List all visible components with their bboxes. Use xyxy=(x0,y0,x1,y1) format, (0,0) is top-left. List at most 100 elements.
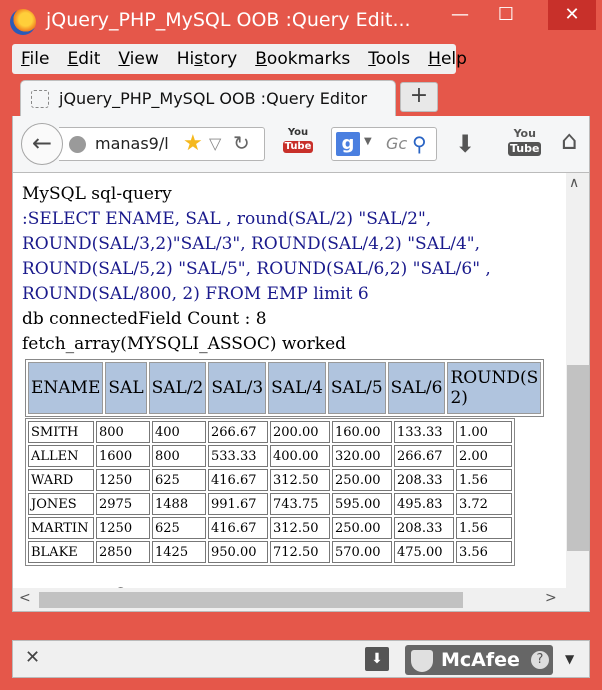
table-cell: MARTIN xyxy=(28,517,94,539)
table-cell: 133.33 xyxy=(394,421,454,443)
table-cell: 1600 xyxy=(96,445,150,467)
table-cell: 1250 xyxy=(96,469,150,491)
search-bar[interactable]: g ▼ Gc ⚲ xyxy=(331,127,437,161)
youtube-icon[interactable]: You Tube xyxy=(283,127,313,157)
query-line: ROUND(SAL/5,2) "SAL/5", ROUND(SAL/6,2) "… xyxy=(22,259,491,279)
table-cell: 533.33 xyxy=(208,445,268,467)
tab-strip: jQuery_PHP_MySQL OOB :Query Editor + xyxy=(12,74,590,116)
menu-bar: File Edit View History Bookmarks Tools Help xyxy=(12,44,467,74)
scroll-left-icon[interactable]: < xyxy=(19,590,31,606)
table-cell: 1.00 xyxy=(456,421,512,443)
table-cell: 800 xyxy=(152,445,206,467)
table-row: WARD 1250 625 416.67 312.50 250.00 208.33 1.56 xyxy=(28,469,512,491)
db-status: db connectedField Count : 8 xyxy=(22,309,267,329)
close-window-button[interactable]: ✕ xyxy=(548,0,596,30)
menu-item[interactable]: Edit xyxy=(58,49,109,69)
table-cell: 400.00 xyxy=(270,445,330,467)
menu-item[interactable]: File xyxy=(12,49,58,69)
data-table: SMITH 800 400 266.67 200.00 160.00 133.33 1.00 A… xyxy=(25,418,555,566)
table-row: SMITH 800 400 266.67 200.00 160.00 133.33 1.00 xyxy=(28,421,512,443)
new-tab-button[interactable]: + xyxy=(400,82,438,112)
horizontal-scroll-thumb[interactable] xyxy=(39,592,463,608)
download-icon[interactable]: ⬇ xyxy=(455,130,475,158)
table-cell: 1.56 xyxy=(456,469,512,491)
table-cell: 2975 xyxy=(96,493,150,515)
minimize-button[interactable]: — xyxy=(440,0,480,30)
tab-query-editor[interactable]: jQuery_PHP_MySQL OOB :Query Editor xyxy=(20,80,396,116)
youtube-icon[interactable]: You Tube xyxy=(508,128,542,156)
table-row: JONES 2975 1488 991.67 743.75 595.00 495.83 3.7… xyxy=(28,493,512,515)
chevron-down-icon[interactable]: ▼ xyxy=(364,136,372,147)
maximize-button[interactable]: ☐ xyxy=(486,0,526,30)
table-cell: 250.00 xyxy=(332,517,392,539)
menu-item[interactable]: History xyxy=(168,49,247,69)
table-cell: 595.00 xyxy=(332,493,392,515)
column-header: SAL/5 xyxy=(327,362,386,414)
table-cell: 1425 xyxy=(152,541,206,563)
table-cell: 160.00 xyxy=(332,421,392,443)
scroll-up-icon[interactable]: ∧ xyxy=(569,175,579,191)
table-cell: 208.33 xyxy=(394,469,454,491)
menu-item[interactable]: Bookmarks xyxy=(246,49,359,69)
horizontal-scrollbar[interactable]: < > xyxy=(13,588,589,611)
table-cell: 991.67 xyxy=(208,493,268,515)
scroll-right-icon[interactable]: > xyxy=(545,590,557,606)
bookmark-star-icon[interactable]: ★ xyxy=(183,131,203,156)
table-cell: 1250 xyxy=(96,517,150,539)
back-button[interactable]: ← xyxy=(21,123,63,165)
table-row: MARTIN 1250 625 416.67 312.50 250.00 208.33 1.5… xyxy=(28,517,512,539)
url-text[interactable]: manas9/l xyxy=(95,134,177,153)
menu-item[interactable]: View xyxy=(109,49,167,69)
search-icon[interactable]: ⚲ xyxy=(412,132,427,156)
menu-item[interactable]: Tools xyxy=(359,49,419,69)
table-cell: 570.00 xyxy=(332,541,392,563)
firefox-logo-icon xyxy=(10,9,36,35)
table-cell: 495.83 xyxy=(394,493,454,515)
search-input[interactable]: Gc xyxy=(386,134,407,153)
query-line: ROUND(SAL/3,2)"SAL/3", ROUND(SAL/4,2) "S… xyxy=(22,234,481,254)
shield-icon xyxy=(411,650,433,672)
table-row: BLAKE 2850 1425 950.00 712.50 570.00 475.00 3.5… xyxy=(28,541,512,563)
page-icon xyxy=(31,90,49,108)
table-cell: 1488 xyxy=(152,493,206,515)
window-title: jQuery_PHP_MySQL OOB :Query Edit... xyxy=(46,9,411,31)
page-text: MySQL sql-query :SELECT ENAME, SAL , rou… xyxy=(22,182,562,357)
table-cell: ALLEN xyxy=(28,445,94,467)
table-cell: 416.67 xyxy=(208,517,268,539)
table-cell: 416.67 xyxy=(208,469,268,491)
chevron-down-icon[interactable]: ▼ xyxy=(565,652,574,666)
help-icon[interactable]: ? xyxy=(531,651,549,669)
column-header: SAL/6 xyxy=(387,362,446,414)
download-icon[interactable]: ⬇ xyxy=(365,647,389,671)
table-cell: 312.50 xyxy=(270,469,330,491)
url-bar[interactable]: manas9/l ★ ▽ ↻ xyxy=(59,127,265,161)
column-header: SAL/2 xyxy=(148,362,207,414)
column-header: SAL/4 xyxy=(268,362,326,414)
table-cell: 266.67 xyxy=(208,421,268,443)
home-icon[interactable]: ⌂ xyxy=(561,126,578,156)
table-row: ALLEN 1600 800 533.33 400.00 320.00 266.67 2.00 xyxy=(28,445,512,467)
close-icon[interactable]: ✕ xyxy=(25,647,40,668)
column-header: ROUND(S 2) xyxy=(447,362,542,414)
table-cell: 200.00 xyxy=(270,421,330,443)
menu-item[interactable]: Help xyxy=(419,49,476,69)
column-header: SAL/3 xyxy=(208,362,267,414)
table-cell: SMITH xyxy=(28,421,94,443)
table-cell: 625 xyxy=(152,469,206,491)
table-cell: 208.33 xyxy=(394,517,454,539)
table-cell: 625 xyxy=(152,517,206,539)
google-icon[interactable]: g xyxy=(336,132,360,156)
table-cell: 800 xyxy=(96,421,150,443)
reload-icon[interactable]: ↻ xyxy=(233,131,250,155)
vertical-scroll-thumb[interactable] xyxy=(567,365,589,551)
table-cell: JONES xyxy=(28,493,94,515)
query-line: :SELECT ENAME, SAL , round(SAL/2) "SAL/2… xyxy=(22,209,432,229)
table-cell: 2850 xyxy=(96,541,150,563)
tab-label: jQuery_PHP_MySQL OOB :Query Editor xyxy=(59,89,368,108)
table-cell: 475.00 xyxy=(394,541,454,563)
table-cell: 266.67 xyxy=(394,445,454,467)
table-cell: 312.50 xyxy=(270,517,330,539)
chevron-down-icon[interactable]: ▽ xyxy=(209,134,221,153)
table-cell: WARD xyxy=(28,469,94,491)
page-content: MySQL sql-query :SELECT ENAME, SAL , rou… xyxy=(12,172,590,612)
